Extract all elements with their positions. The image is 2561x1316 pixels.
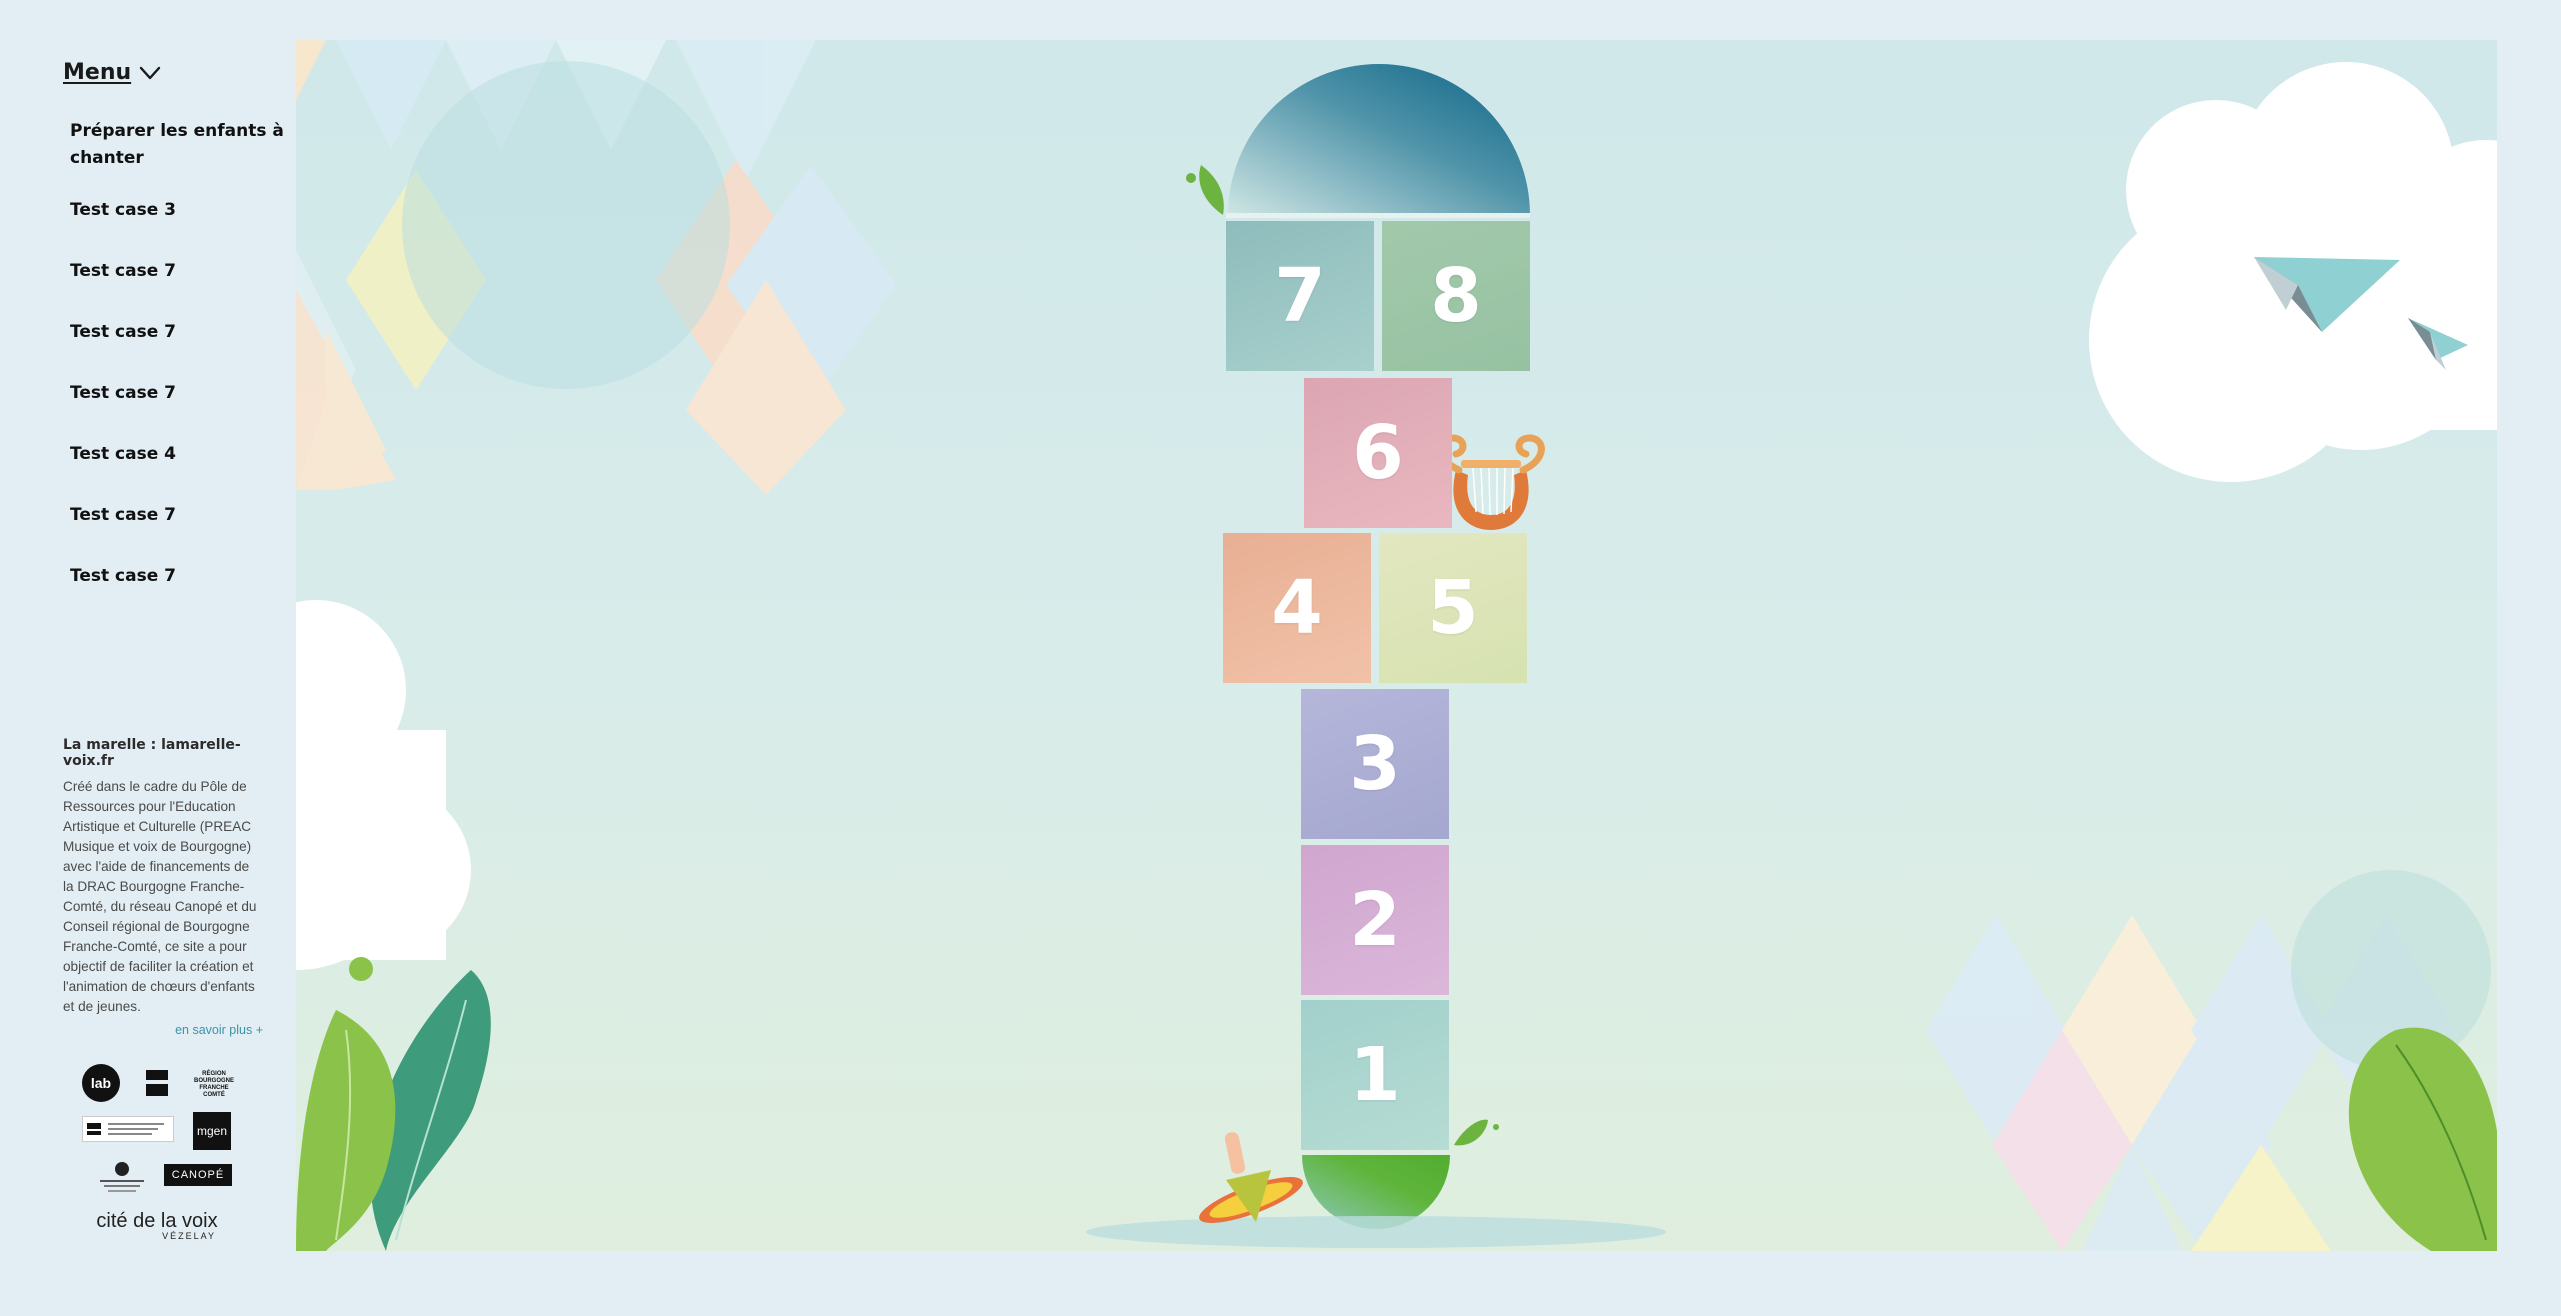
square-number: 3 bbox=[1349, 721, 1401, 807]
cloud-left bbox=[296, 600, 471, 970]
hopscotch-square-7[interactable]: 7 bbox=[1226, 221, 1374, 371]
leaf-right bbox=[2348, 1027, 2497, 1251]
hopscotch-square-8[interactable]: 8 bbox=[1382, 221, 1530, 371]
academie-mark-icon bbox=[87, 1123, 164, 1135]
sprout-bottom-icon bbox=[1454, 1119, 1499, 1146]
menu-toggle-label: Menu bbox=[63, 60, 132, 85]
nav-item-test-case-7-d[interactable]: Test case 7 bbox=[70, 502, 290, 563]
academie-logo[interactable] bbox=[82, 1116, 174, 1142]
square-number: 6 bbox=[1352, 410, 1404, 496]
hopscotch-square-5[interactable]: 5 bbox=[1379, 533, 1527, 683]
nav-item-test-case-7-e[interactable]: Test case 7 bbox=[70, 563, 290, 624]
more-link[interactable]: en savoir plus + bbox=[63, 1023, 263, 1037]
nav-item-test-case-4[interactable]: Test case 4 bbox=[70, 441, 290, 502]
ministere-logo[interactable] bbox=[144, 1068, 170, 1098]
canope-logo[interactable]: CANOPÉ bbox=[164, 1164, 232, 1186]
sprout-top-icon bbox=[1186, 165, 1224, 215]
about-section: La marelle : lamarelle-voix.fr Créé dans… bbox=[63, 737, 263, 1037]
sidebar: Menu Préparer les enfants à chanter Test… bbox=[0, 0, 296, 1316]
cite-sub: VÉZELAY bbox=[162, 1231, 216, 1241]
square-number: 4 bbox=[1271, 565, 1323, 651]
hopscotch-top-dome bbox=[1228, 64, 1530, 215]
cite-title: cité de la voix bbox=[96, 1210, 218, 1232]
square-number: 7 bbox=[1274, 253, 1326, 339]
chevron-down-icon bbox=[139, 66, 161, 79]
square-number: 2 bbox=[1349, 877, 1401, 963]
diamond-pattern-top-left bbox=[296, 40, 896, 495]
nav-item-test-case-7-c[interactable]: Test case 7 bbox=[70, 380, 290, 441]
fondation-mark-icon bbox=[100, 1162, 144, 1192]
about-text: Créé dans le cadre du Pôle de Ressources… bbox=[63, 779, 257, 1014]
leaf-icon bbox=[296, 957, 491, 1251]
partner-logos: lab RÉGION BOURGOGNE FRANCHE COMTÉ mgen bbox=[78, 1060, 268, 1250]
nav-item-preparer[interactable]: Préparer les enfants à chanter bbox=[70, 118, 290, 172]
hopscotch-square-4[interactable]: 4 bbox=[1223, 533, 1371, 683]
hopscotch-square-1[interactable]: 1 bbox=[1301, 1000, 1449, 1150]
main-nav: Préparer les enfants à chanter Test case… bbox=[70, 118, 290, 624]
hopscotch-square-3[interactable]: 3 bbox=[1301, 689, 1449, 839]
region-logo[interactable]: RÉGION BOURGOGNE FRANCHE COMTÉ bbox=[194, 1068, 234, 1102]
cite-de-la-voix-logo[interactable]: cité de la voix VÉZELAY bbox=[92, 1208, 222, 1244]
marianne-icon bbox=[146, 1070, 168, 1096]
nav-item-test-case-7-b[interactable]: Test case 7 bbox=[70, 319, 290, 380]
ground-shadow bbox=[1086, 1216, 1666, 1248]
menu-toggle[interactable]: Menu bbox=[63, 60, 161, 85]
square-number: 5 bbox=[1427, 565, 1479, 651]
about-title: La marelle : lamarelle-voix.fr bbox=[63, 737, 241, 769]
hopscotch-square-6[interactable]: 6 bbox=[1304, 378, 1452, 528]
square-number: 1 bbox=[1349, 1032, 1401, 1118]
fondation-logo[interactable] bbox=[92, 1160, 152, 1196]
lyre-icon bbox=[1437, 434, 1545, 530]
nav-item-test-case-7-a[interactable]: Test case 7 bbox=[70, 258, 290, 319]
lab-logo[interactable]: lab bbox=[82, 1064, 120, 1102]
nav-item-test-case-3[interactable]: Test case 3 bbox=[70, 197, 290, 258]
hopscotch-square-2[interactable]: 2 bbox=[1301, 845, 1449, 995]
square-number: 8 bbox=[1430, 253, 1482, 339]
mgen-logo[interactable]: mgen bbox=[193, 1112, 231, 1150]
hopscotch-scene: 7 8 6 4 5 3 2 1 bbox=[296, 40, 2497, 1251]
